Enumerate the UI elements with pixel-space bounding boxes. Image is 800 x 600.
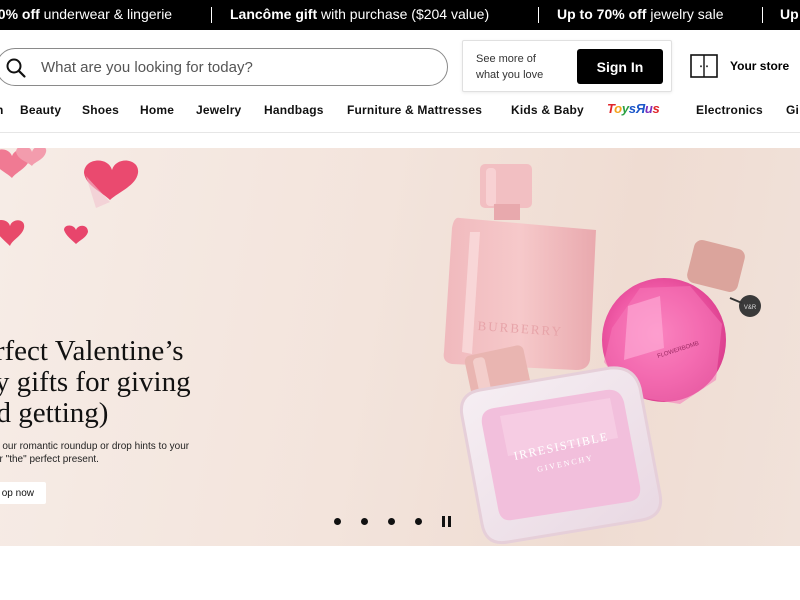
nav-item-jewelry[interactable]: Jewelry	[196, 103, 241, 117]
promo-item-next[interactable]: Up	[780, 6, 799, 22]
nav-item-shoes[interactable]: Shoes	[82, 103, 119, 117]
promo-divider	[538, 7, 539, 23]
promo-divider	[762, 7, 763, 23]
search-bar	[0, 48, 448, 86]
header-divider	[0, 132, 800, 133]
category-nav: n Beauty Shoes Home Jewelry Handbags Fur…	[0, 96, 800, 126]
carousel-dot[interactable]	[388, 518, 395, 525]
nav-item-handbags[interactable]: Handbags	[264, 103, 324, 117]
sign-in-button[interactable]: Sign In	[577, 49, 663, 84]
promo-divider	[211, 7, 212, 23]
perfume-bottle-givenchy: IRRESISTIBLE GIVENCHY	[459, 345, 663, 545]
hero-banner[interactable]: BURBERRY FLOWERBOMB V&R IRRESISTIBLE GIV…	[0, 148, 800, 546]
promo-bar: 70% off underwear & lingerie Lancôme gif…	[0, 0, 800, 30]
carousel-dot[interactable]	[334, 518, 341, 525]
nav-item-electronics[interactable]: Electronics	[696, 103, 763, 117]
signin-prompt: See more of what you love	[476, 53, 544, 81]
svg-text:V&R: V&R	[744, 305, 757, 311]
search-icon[interactable]	[5, 57, 27, 79]
search-input[interactable]	[41, 56, 431, 78]
nav-item-partial[interactable]: n	[0, 103, 4, 117]
carousel-dot[interactable]	[361, 518, 368, 525]
nav-item-furniture[interactable]: Furniture & Mattresses	[347, 103, 482, 117]
promo-item-lancome[interactable]: Lancôme gift with purchase ($204 value)	[230, 6, 489, 22]
hero-title: erfect Valentine’s ay gifts for giving n…	[0, 335, 191, 429]
nav-item-gifts[interactable]: Gi	[786, 103, 799, 117]
store-icon	[690, 54, 718, 78]
nav-item-kids-baby[interactable]: Kids & Baby	[511, 103, 584, 117]
nav-item-toysrus-logo[interactable]: ToysЯus	[607, 101, 660, 116]
nav-item-home[interactable]: Home	[140, 103, 174, 117]
site-header: See more of what you love Sign In Your s…	[0, 30, 800, 92]
perfume-bottle-burberry: BURBERRY	[443, 164, 596, 370]
promo-item-jewelry[interactable]: Up to 70% off jewelry sale	[557, 6, 723, 22]
carousel-dot[interactable]	[415, 518, 422, 525]
signin-panel: See more of what you love Sign In	[462, 40, 672, 92]
hero-subtitle: e our romantic roundup or drop hints to …	[0, 441, 190, 465]
nav-item-beauty[interactable]: Beauty	[20, 103, 61, 117]
shop-now-button[interactable]: op now	[0, 482, 46, 504]
heart-decoration	[0, 148, 139, 246]
promo-item-underwear[interactable]: 70% off underwear & lingerie	[0, 6, 172, 22]
pause-icon[interactable]	[442, 516, 452, 527]
your-store-label: Your store	[730, 59, 790, 73]
